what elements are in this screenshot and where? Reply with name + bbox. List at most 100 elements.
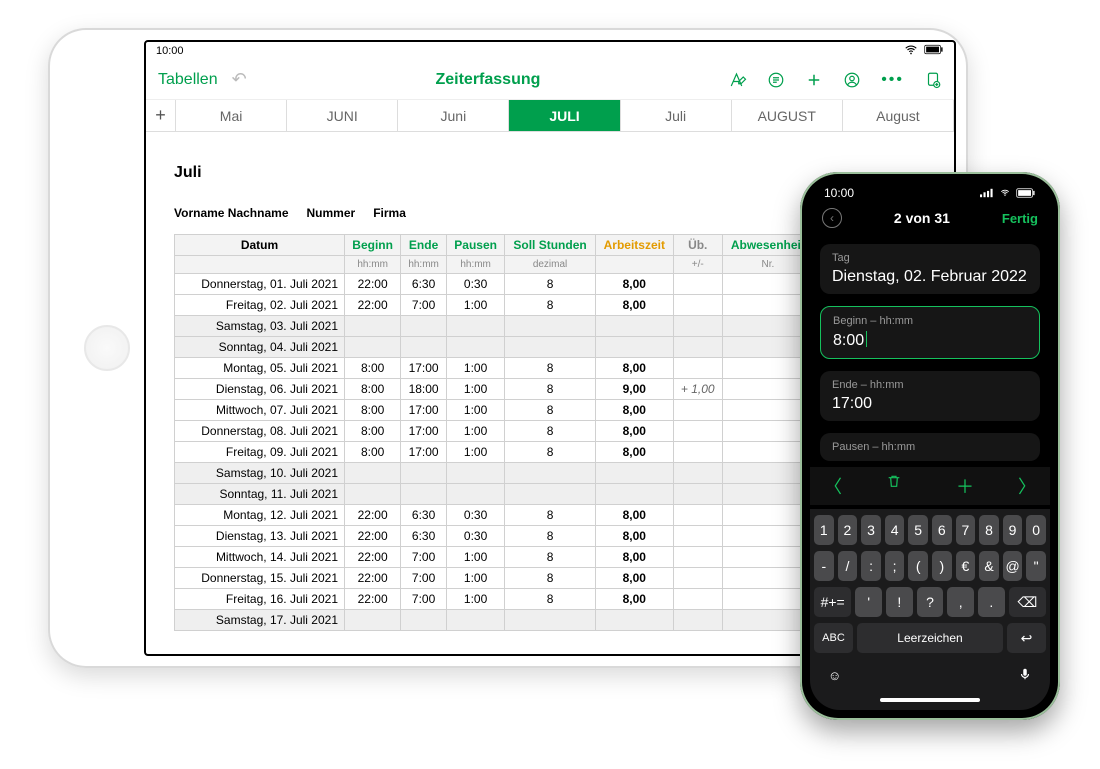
- document-icon[interactable]: [924, 71, 942, 89]
- key-mode-symbols[interactable]: #+=: [814, 587, 851, 617]
- key[interactable]: 9: [1003, 515, 1023, 545]
- back-button[interactable]: Tabellen: [158, 71, 218, 89]
- table-row[interactable]: Donnerstag, 08. Juli 20218:0017:001:0088…: [175, 421, 814, 442]
- key[interactable]: 1: [814, 515, 834, 545]
- key[interactable]: /: [838, 551, 858, 581]
- table-row[interactable]: Dienstag, 06. Juli 20218:0018:001:0089,0…: [175, 379, 814, 400]
- add-sheet-button[interactable]: +: [146, 100, 176, 131]
- key-space[interactable]: Leerzeichen: [857, 623, 1003, 653]
- table-row[interactable]: Mittwoch, 07. Juli 20218:0017:001:0088,0…: [175, 400, 814, 421]
- status-icons: [904, 43, 944, 60]
- key[interactable]: 5: [908, 515, 928, 545]
- ipad-statusbar: 10:00: [146, 42, 954, 60]
- table-row[interactable]: Mittwoch, 14. Juli 202122:007:001:0088,0…: [175, 547, 814, 568]
- sheet-tab[interactable]: JULI: [509, 100, 620, 131]
- key[interactable]: €: [956, 551, 976, 581]
- sheet-tabs: + MaiJUNIJuniJULIJuliAUGUSTAugust: [146, 100, 954, 132]
- sheet-tab[interactable]: Juni: [398, 100, 509, 131]
- iphone-statusbar: 10:00: [810, 182, 1050, 204]
- key[interactable]: 3: [861, 515, 881, 545]
- delete-record-icon[interactable]: [886, 473, 902, 499]
- home-indicator: [880, 698, 980, 702]
- key[interactable]: .: [978, 587, 1005, 617]
- key-mode-abc[interactable]: ABC: [814, 623, 853, 653]
- field-ende[interactable]: Ende – hh:mm 17:00: [820, 371, 1040, 421]
- iphone-status-icons: [980, 188, 1036, 198]
- sheet-tab[interactable]: Juli: [621, 100, 732, 131]
- field-tag[interactable]: Tag Dienstag, 02. Februar 2022: [820, 244, 1040, 294]
- home-button[interactable]: [84, 325, 130, 371]
- sheet-tab[interactable]: AUGUST: [732, 100, 843, 131]
- record-counter: 2 von 31: [894, 210, 950, 226]
- key[interactable]: &: [979, 551, 999, 581]
- iphone-screen: 10:00 ‹ 2 von 31 Fertig Tag Dienstag, 02…: [810, 182, 1050, 710]
- done-button[interactable]: Fertig: [1002, 211, 1038, 226]
- table-row[interactable]: Montag, 05. Juli 20218:0017:001:0088,00: [175, 358, 814, 379]
- emoji-icon[interactable]: ☺: [828, 668, 841, 683]
- key[interactable]: -: [814, 551, 834, 581]
- sheet-tab[interactable]: Mai: [176, 100, 287, 131]
- table-row[interactable]: Samstag, 10. Juli 2021: [175, 463, 814, 484]
- key[interactable]: 7: [956, 515, 976, 545]
- prev-record-icon[interactable]: 〈: [824, 473, 842, 499]
- undo-button[interactable]: ↶: [232, 69, 247, 90]
- meta-firma: Firma: [373, 206, 406, 220]
- table-row[interactable]: Sonntag, 04. Juli 2021: [175, 337, 814, 358]
- key-return[interactable]: ↩: [1007, 623, 1046, 653]
- table-row[interactable]: Sonntag, 11. Juli 2021: [175, 484, 814, 505]
- table-row[interactable]: Montag, 12. Juli 202122:006:300:3088,00: [175, 505, 814, 526]
- mic-icon[interactable]: [1018, 665, 1032, 686]
- comment-icon[interactable]: [767, 71, 785, 89]
- key[interactable]: !: [886, 587, 913, 617]
- key[interactable]: 6: [932, 515, 952, 545]
- battery-icon: [924, 44, 944, 58]
- keyboard-accessory: 〈 ＋ 〉: [810, 467, 1050, 505]
- field-beginn-value: 8:00: [833, 331, 1027, 350]
- key[interactable]: 8: [979, 515, 999, 545]
- key[interactable]: (: [908, 551, 928, 581]
- table-row[interactable]: Samstag, 03. Juli 2021: [175, 316, 814, 337]
- table-row[interactable]: Samstag, 17. Juli 2021: [175, 610, 814, 631]
- key[interactable]: @: [1003, 551, 1023, 581]
- table-row[interactable]: Donnerstag, 15. Juli 202122:007:001:0088…: [175, 568, 814, 589]
- iphone-status-time: 10:00: [824, 186, 854, 200]
- key[interactable]: 4: [885, 515, 905, 545]
- field-ende-label: Ende – hh:mm: [832, 379, 1028, 391]
- th-ueb: Üb.: [673, 235, 722, 256]
- next-record-icon[interactable]: 〉: [1018, 473, 1036, 499]
- ipad-navbar: Tabellen ↶ Zeiterfassung •••: [146, 60, 954, 100]
- table-row[interactable]: Dienstag, 13. Juli 202122:006:300:3088,0…: [175, 526, 814, 547]
- add-icon[interactable]: [805, 71, 823, 89]
- th-datum: Datum: [175, 235, 345, 256]
- keyboard: 1234567890 -/:;()€&@" #+= '!?,. ⌫ ABC Le…: [810, 509, 1050, 710]
- field-beginn[interactable]: Beginn – hh:mm 8:00: [820, 306, 1040, 359]
- key[interactable]: ,: [947, 587, 974, 617]
- th-beginn: Beginn: [345, 235, 401, 256]
- share-icon[interactable]: [843, 71, 861, 89]
- field-pausen[interactable]: Pausen – hh:mm: [820, 433, 1040, 461]
- more-icon[interactable]: •••: [881, 71, 904, 89]
- iphone-device: 10:00 ‹ 2 von 31 Fertig Tag Dienstag, 02…: [800, 172, 1060, 720]
- sheet-tab[interactable]: August: [843, 100, 954, 131]
- key[interactable]: :: [861, 551, 881, 581]
- key[interactable]: 2: [838, 515, 858, 545]
- iphone-navbar: ‹ 2 von 31 Fertig: [810, 204, 1050, 238]
- key-backspace[interactable]: ⌫: [1009, 587, 1046, 617]
- meta-number: Nummer: [307, 206, 356, 220]
- table-row[interactable]: Freitag, 16. Juli 202122:007:001:0088,00: [175, 589, 814, 610]
- key[interactable]: ): [932, 551, 952, 581]
- back-circle-icon[interactable]: ‹: [822, 208, 842, 228]
- key[interactable]: ?: [917, 587, 944, 617]
- table-row[interactable]: Freitag, 09. Juli 20218:0017:001:0088,00: [175, 442, 814, 463]
- table-row[interactable]: Freitag, 02. Juli 202122:007:001:0088,00: [175, 295, 814, 316]
- timesheet-table[interactable]: Datum Beginn Ende Pausen Soll Stunden Ar…: [174, 234, 814, 631]
- table-row[interactable]: Donnerstag, 01. Juli 202122:006:300:3088…: [175, 274, 814, 295]
- sheet-tab[interactable]: JUNI: [287, 100, 398, 131]
- key[interactable]: ': [855, 587, 882, 617]
- keyboard-row-3: #+= '!?,. ⌫: [814, 587, 1046, 617]
- key[interactable]: ;: [885, 551, 905, 581]
- key[interactable]: ": [1026, 551, 1046, 581]
- format-icon[interactable]: [729, 71, 747, 89]
- add-record-icon[interactable]: ＋: [956, 473, 974, 499]
- key[interactable]: 0: [1026, 515, 1046, 545]
